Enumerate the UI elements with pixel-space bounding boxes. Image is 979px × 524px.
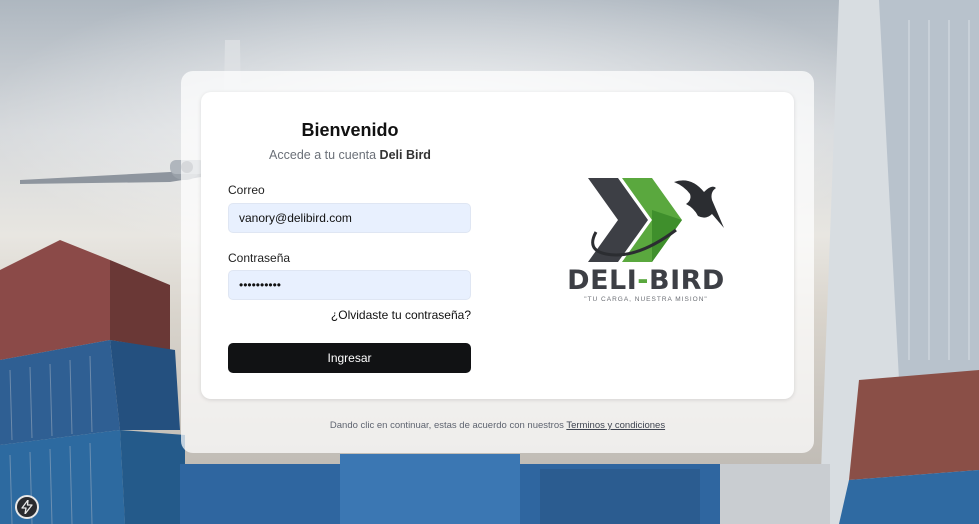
subtitle-text: Accede a tu cuenta: [269, 148, 380, 162]
logo-name-right: BIRD: [649, 265, 725, 296]
container-row-bottom: [180, 454, 830, 524]
lightning-icon[interactable]: [15, 495, 39, 519]
lightning-glyph: [21, 500, 33, 514]
logo-tagline: "TU CARGA, NUESTRA MISION": [584, 296, 708, 303]
password-field[interactable]: [228, 270, 471, 300]
password-label: Contraseña: [228, 251, 291, 265]
terms-text: Dando clic en continuar, estas de acuerd…: [329, 420, 567, 431]
email-label: Correo: [228, 183, 265, 197]
email-field[interactable]: [228, 203, 471, 233]
login-button[interactable]: Ingresar: [228, 343, 471, 373]
terms-link[interactable]: Terminos y condiciones: [566, 420, 665, 431]
logo-name-dash: -: [637, 265, 649, 296]
forgot-password-link[interactable]: ¿Olvidaste tu contraseña?: [228, 308, 471, 322]
logo-name-left: DELI: [567, 265, 638, 296]
logo-wordmark: DELI-BIRD: [566, 265, 726, 296]
subtitle-brand: Deli Bird: [379, 148, 431, 162]
terms-notice: Dando clic en continuar, estas de acuerd…: [181, 420, 814, 431]
container-stack-left: [0, 240, 185, 524]
page-title: Bienvenido: [301, 120, 399, 140]
subtitle: Accede a tu cuenta Deli Bird: [228, 148, 472, 162]
